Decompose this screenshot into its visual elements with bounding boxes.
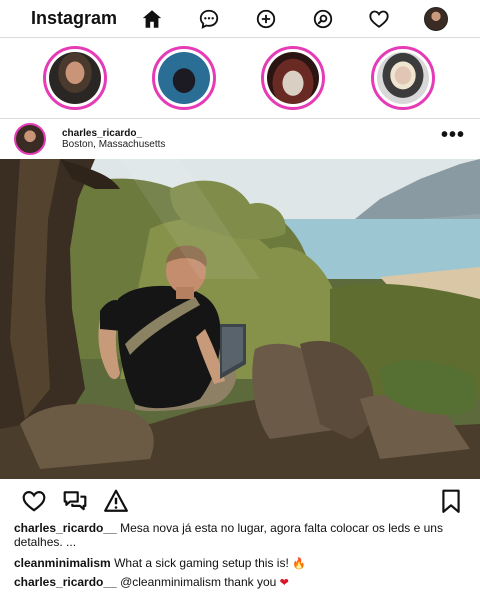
messenger-icon[interactable] xyxy=(197,7,221,31)
more-options-button[interactable]: ••• xyxy=(440,125,466,145)
caption-username[interactable]: charles_ricardo__ xyxy=(14,521,117,535)
comment-item: charles_ricardo__ @cleanminimalism thank… xyxy=(14,575,289,590)
comment-username[interactable]: cleanminimalism xyxy=(14,556,111,570)
story-image xyxy=(49,52,101,104)
post-caption: charles_ricardo__ Mesa nova já esta no l… xyxy=(14,521,474,549)
home-icon[interactable] xyxy=(140,7,164,31)
post-actions-bar xyxy=(0,485,480,517)
stories-bar xyxy=(0,39,480,119)
new-post-icon[interactable] xyxy=(254,7,278,31)
story-image xyxy=(158,52,210,104)
post-username[interactable]: charles_ricardo_ xyxy=(62,128,142,139)
like-icon[interactable] xyxy=(21,488,47,514)
story-avatar-2[interactable] xyxy=(152,46,216,110)
story-image xyxy=(377,52,429,104)
comment-text: @cleanminimalism thank you xyxy=(120,575,277,589)
post-header: charles_ricardo_ Boston, Massachusetts •… xyxy=(0,119,480,159)
story-image xyxy=(267,52,319,104)
report-warning-icon[interactable] xyxy=(103,488,129,514)
heart-emoji-icon: ❤ xyxy=(279,576,289,589)
comment-username[interactable]: charles_ricardo__ xyxy=(14,575,117,589)
story-avatar-3[interactable] xyxy=(261,46,325,110)
post-image[interactable] xyxy=(0,159,480,479)
post-location[interactable]: Boston, Massachusetts xyxy=(62,139,165,150)
explore-icon[interactable] xyxy=(311,7,335,31)
top-navigation-bar: Instagram xyxy=(0,0,480,38)
comment-item: cleanminimalism What a sick gaming setup… xyxy=(14,556,306,571)
activity-icon[interactable] xyxy=(367,7,391,31)
comment-icon[interactable] xyxy=(62,488,88,514)
comment-text: What a sick gaming setup this is! xyxy=(114,556,289,570)
profile-avatar[interactable] xyxy=(424,7,448,31)
story-avatar-4[interactable] xyxy=(371,46,435,110)
fire-emoji-icon: 🔥 xyxy=(292,557,306,570)
save-bookmark-icon[interactable] xyxy=(438,488,464,514)
story-avatar-1[interactable] xyxy=(43,46,107,110)
post-author-avatar[interactable] xyxy=(14,123,46,155)
instagram-logo[interactable]: Instagram xyxy=(31,8,117,29)
